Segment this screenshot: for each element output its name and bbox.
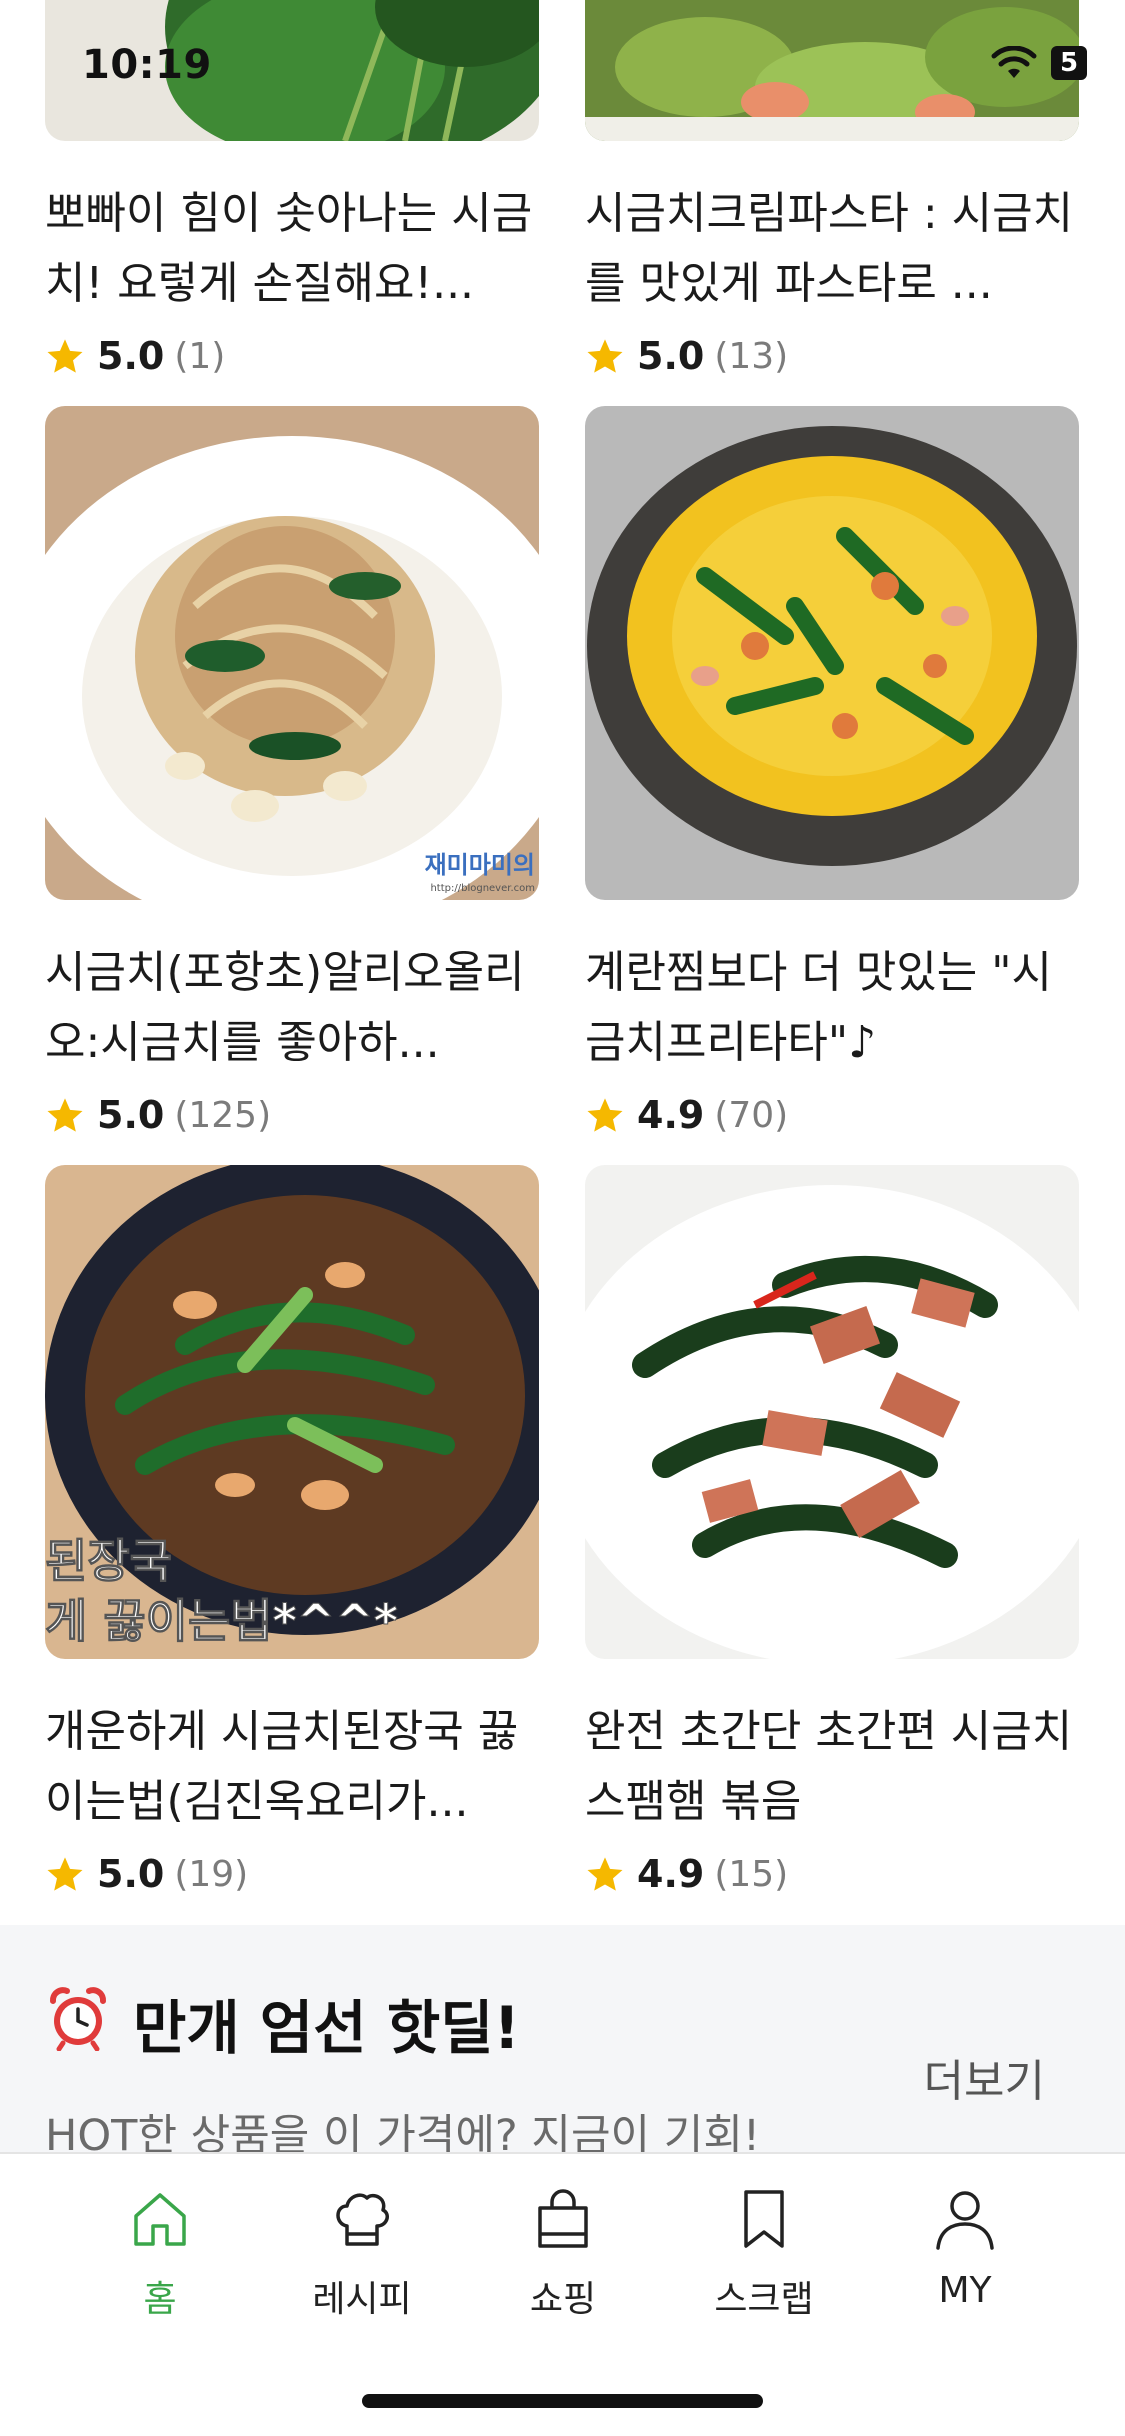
rating-score: 5.0 (97, 334, 165, 378)
star-icon (587, 1098, 623, 1132)
person-icon (936, 2191, 994, 2250)
hot-deal-section: 만개 엄선 핫딜! 더보기 HOT한 상품을 이 가격에? 지금이 기회! (0, 1925, 1125, 2161)
tab-label: 스크랩 (714, 2279, 814, 2320)
status-time: 10:19 (82, 42, 212, 88)
tab-label: 레시피 (312, 2279, 412, 2320)
rating-count: (70) (714, 1094, 789, 1136)
rating-count: (1) (174, 335, 226, 377)
hot-deal-title: 만개 엄선 핫딜! (133, 1994, 520, 2062)
recipe-card[interactable]: 재미마미의 http://blognever.com 시금치(포항초)알리오올리… (45, 406, 539, 1138)
tab-label: 쇼핑 (529, 2279, 597, 2320)
recipe-card[interactable]: 된장국 게 끓이는법*^^* 개운하게 시금치된장국 끓이는법(김진옥요리가..… (45, 1165, 539, 1897)
tab-recipe[interactable]: 레시피 (282, 2186, 442, 2322)
tab-label: MY (938, 2270, 992, 2311)
recipe-card[interactable]: 완전 초간단 초간편 시금치 스팸햄 볶음 4.9 (15) (585, 1165, 1079, 1897)
wifi-icon (991, 46, 1037, 78)
rating-score: 4.9 (637, 1852, 705, 1896)
alarm-clock-icon (50, 1987, 106, 2051)
recipe-thumbnail-doenjang-soup[interactable]: 된장국 게 끓이는법*^^* (45, 1165, 539, 1659)
rating-score: 5.0 (637, 334, 705, 378)
home-indicator[interactable] (362, 2394, 763, 2408)
rating-count: (125) (174, 1094, 272, 1136)
recipe-title[interactable]: 완전 초간단 초간편 시금치 스팸햄 볶음 (585, 1697, 1079, 1837)
recipe-thumbnail-frittata[interactable] (585, 406, 1079, 900)
tab-scrap[interactable]: 스크랩 (684, 2186, 844, 2322)
recipe-thumbnail-aglio-olio[interactable]: 재미마미의 http://blognever.com (45, 406, 539, 900)
recipe-rating: 4.9 (15) (585, 1851, 1079, 1897)
star-icon (47, 1098, 83, 1132)
rating-score: 5.0 (97, 1093, 165, 1137)
rating-score: 4.9 (637, 1093, 705, 1137)
recipe-title[interactable]: 뽀빠이 힘이 솟아나는 시금치! 요렇게 손질해요!... (45, 179, 539, 319)
recipe-thumbnail-spam-stirfry[interactable] (585, 1165, 1079, 1659)
image-caption-line-1: 된장국 (45, 1534, 172, 1589)
recipe-rating: 5.0 (1) (45, 333, 539, 379)
home-icon (134, 2193, 186, 2246)
tab-label: 홈 (143, 2279, 177, 2320)
image-caption-line-2: 게 끓이는법*^^* (45, 1594, 398, 1649)
star-icon (587, 1857, 623, 1891)
recipe-title[interactable]: 시금치(포항초)알리오올리오:시금치를 좋아하... (45, 938, 539, 1078)
recipe-card[interactable]: 계란찜보다 더 맛있는 "시금치프리타타"♪ 4.9 (70) (585, 406, 1079, 1138)
star-icon (47, 339, 83, 373)
chef-hat-icon (336, 2193, 389, 2246)
watermark-url: http://blognever.com (430, 883, 535, 894)
tab-my[interactable]: MY (885, 2186, 1045, 2311)
rating-count: (19) (174, 1853, 249, 1895)
recipe-title[interactable]: 계란찜보다 더 맛있는 "시금치프리타타"♪ (585, 938, 1079, 1078)
rating-count: (13) (714, 335, 789, 377)
recipe-title[interactable]: 시금치크림파스타 : 시금치를 맛있게 파스타로 ... (585, 179, 1079, 319)
battery-icon: 5 (1051, 46, 1087, 80)
tab-shopping[interactable]: 쇼핑 (483, 2186, 643, 2322)
rating-score: 5.0 (97, 1852, 165, 1896)
tab-home[interactable]: 홈 (80, 2186, 240, 2322)
status-icons: 5 (991, 46, 1087, 80)
shopping-bag-icon (538, 2189, 588, 2248)
bookmark-icon (744, 2190, 784, 2248)
star-icon (587, 339, 623, 373)
star-icon (47, 1857, 83, 1891)
rating-count: (15) (714, 1853, 789, 1895)
recipe-rating: 5.0 (125) (45, 1092, 539, 1138)
recipe-rating: 4.9 (70) (585, 1092, 1079, 1138)
battery-level: 5 (1059, 48, 1079, 78)
recipe-title[interactable]: 개운하게 시금치된장국 끓이는법(김진옥요리가... (45, 1697, 539, 1837)
recipe-rating: 5.0 (13) (585, 333, 1079, 379)
recipe-rating: 5.0 (19) (45, 1851, 539, 1897)
more-button[interactable]: 더보기 (924, 2045, 1045, 2109)
watermark-text: 재미마미의 (424, 851, 535, 879)
